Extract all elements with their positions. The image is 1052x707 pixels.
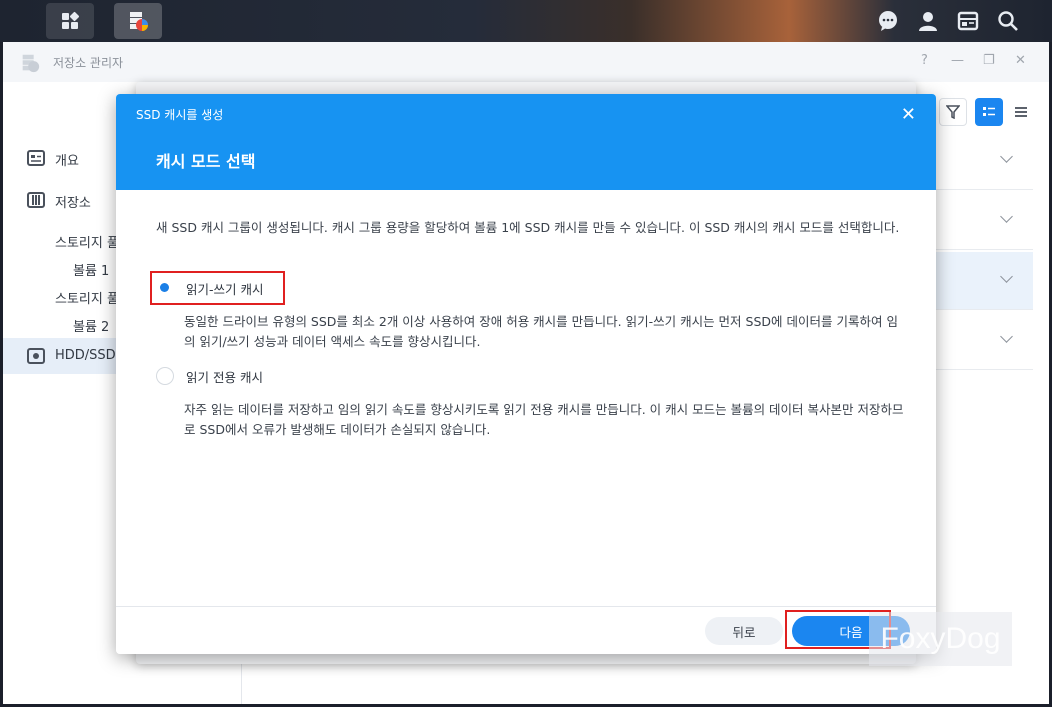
sidebar-item-label: 볼륨 1 <box>73 264 110 279</box>
watermark: FoxyDog <box>869 612 1012 666</box>
sidebar-item-label: 저장소 <box>55 196 91 211</box>
dialog-header: SSD 캐시를 생성 ✕ 캐시 모드 선택 <box>116 94 936 190</box>
menu-icon <box>1015 107 1027 117</box>
option-read-only-cache[interactable]: 읽기 전용 캐시 <box>156 361 263 391</box>
chevron-down-icon[interactable] <box>1000 150 1013 163</box>
dialog-description: 새 SSD 캐시 그룹이 생성됩니다. 캐시 그룹 용량을 할당하여 볼륨 1에… <box>156 220 900 235</box>
overview-icon <box>27 150 45 166</box>
sidebar-item-label: 개요 <box>55 154 79 169</box>
storage-manager-app-icon <box>130 12 148 31</box>
chat-button[interactable] <box>868 0 908 42</box>
sidebar-item-label: 스토리지 풀 <box>55 292 119 307</box>
radio-button-read-only[interactable] <box>156 367 174 385</box>
grid-icon <box>62 11 80 29</box>
widgets-button[interactable] <box>948 0 988 42</box>
filter-button[interactable] <box>939 98 967 126</box>
dialog-title: 캐시 모드 선택 <box>156 152 256 171</box>
search-icon <box>998 11 1018 31</box>
drive-icon <box>27 348 45 364</box>
storage-manager-taskbar-button[interactable] <box>114 3 162 39</box>
sidebar-item-label: 스토리지 풀 <box>55 236 119 251</box>
option-read-write-cache[interactable]: 읽기-쓰기 캐시 <box>156 273 263 303</box>
minimize-button[interactable]: — <box>951 53 964 68</box>
sidebar-item-label: 볼륨 2 <box>73 320 110 335</box>
storage-manager-app-icon <box>22 54 40 73</box>
option-description-read-write: 동일한 드라이브 유형의 SSD를 최소 2개 이상 사용하여 장애 허용 캐시… <box>184 314 898 349</box>
close-window-button[interactable]: ✕ <box>1015 53 1026 68</box>
maximize-button[interactable]: ❐ <box>983 53 995 68</box>
list-view-icon <box>983 107 995 116</box>
help-button[interactable]: ? <box>921 53 928 68</box>
chevron-down-icon[interactable] <box>1000 330 1013 343</box>
back-button[interactable]: 뒤로 <box>705 617 783 645</box>
window-titlebar: 저장소 관리자 ? — ❐ ✕ <box>3 42 1049 82</box>
filter-icon <box>946 105 960 119</box>
window-title: 저장소 관리자 <box>53 56 124 70</box>
option-label: 읽기-쓰기 캐시 <box>186 281 264 297</box>
chat-icon <box>879 11 897 31</box>
dialog-subtitle: SSD 캐시를 생성 <box>136 108 224 122</box>
list-view-button[interactable] <box>975 98 1003 126</box>
chevron-down-icon[interactable] <box>1000 210 1013 223</box>
radio-button-read-write[interactable] <box>156 279 174 297</box>
option-description-read-only: 자주 읽는 데이터를 저장하고 임의 읽기 속도를 향상시키도록 읽기 전용 캐… <box>184 402 904 437</box>
user-button[interactable] <box>908 0 948 42</box>
chevron-down-icon[interactable] <box>1000 270 1013 283</box>
option-label: 읽기 전용 캐시 <box>186 369 263 385</box>
ssd-cache-wizard-dialog: SSD 캐시를 생성 ✕ 캐시 모드 선택 새 SSD 캐시 그룹이 생성됩니다… <box>116 94 936 654</box>
user-icon <box>919 12 937 31</box>
compact-view-button[interactable] <box>1007 98 1035 126</box>
main-menu-button[interactable] <box>46 3 94 39</box>
widgets-icon <box>957 11 979 31</box>
sidebar-item-label: HDD/SSD <box>55 348 116 363</box>
close-icon[interactable]: ✕ <box>901 104 916 125</box>
taskbar <box>0 0 1052 42</box>
storage-icon <box>27 192 45 208</box>
search-button[interactable] <box>988 0 1028 42</box>
